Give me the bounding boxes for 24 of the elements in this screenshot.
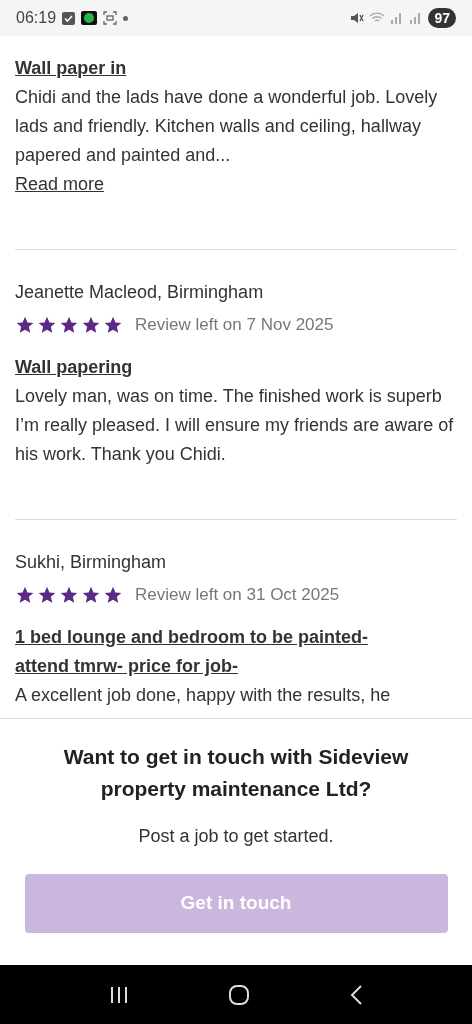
contact-subtext: Post a job to get started.	[138, 825, 334, 848]
app-notification-icon	[81, 11, 98, 25]
dot-icon	[123, 15, 129, 21]
screenshot-icon	[103, 11, 118, 25]
recent-apps-icon[interactable]	[109, 985, 130, 1004]
review-text: A excellent job done, happy with the results, he	[15, 684, 392, 707]
read-more-link[interactable]: Read more	[15, 174, 105, 194]
battery-level: 97	[428, 8, 456, 28]
review-date: Review left on 7 Nov 2025	[135, 314, 334, 336]
review-title: Wall papering	[15, 356, 134, 379]
back-icon[interactable]	[348, 983, 363, 1006]
review-title: Wall paper in	[15, 57, 128, 80]
contact-heading: Want to get in touch with Sideview property maintenance Ltd?	[62, 744, 410, 802]
review-date: Review left on 31 Oct 2025	[135, 584, 340, 606]
wifi-icon	[369, 12, 386, 24]
review-text: Chidi and the lads have done a wonderful job. Lovely lads and friendly. Kitchen walls and ceiling, hallway papered and painted and...	[15, 86, 439, 167]
reviewer-name: Jeanette Macleod, Birmingham	[15, 281, 265, 304]
review-title: 1 bed lounge and bedroom to be painted- attend tmrw- price for job-	[15, 626, 369, 678]
home-icon[interactable]	[228, 983, 250, 1006]
checkbox-notification-icon	[62, 11, 76, 25]
reviewer-name: Sukhi, Birmingham	[15, 551, 168, 574]
status-time: 06:19	[16, 8, 57, 28]
mute-icon	[350, 12, 365, 24]
review-text: Lovely man, was on time. The finished work is superb I’m really pleased. I will ensure my friends are aware of his work. Thank you Chidi.	[15, 385, 455, 466]
